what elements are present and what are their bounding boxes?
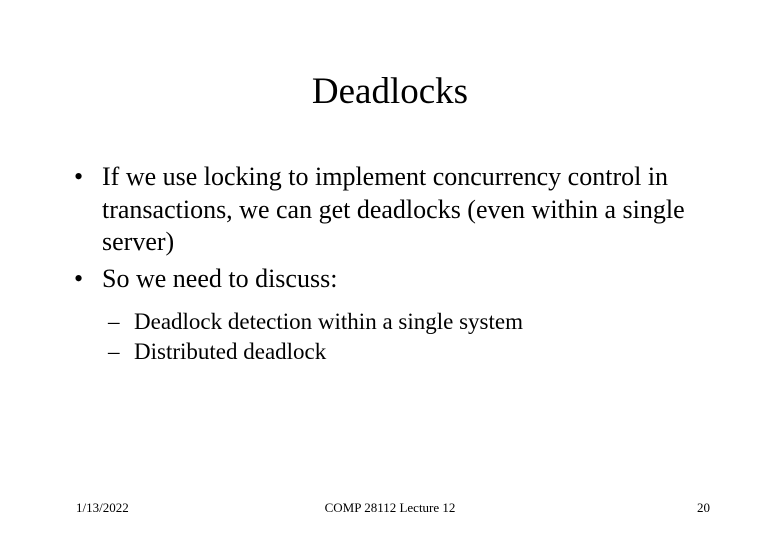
- sub-bullet-item: Deadlock detection within a single syste…: [130, 307, 710, 337]
- sub-bullet-item: Distributed deadlock: [130, 337, 710, 367]
- footer-page-number: 20: [697, 500, 710, 516]
- bullet-text: So we need to discuss:: [102, 264, 337, 293]
- bullet-item: So we need to discuss: Deadlock detectio…: [98, 263, 710, 367]
- main-bullet-list: If we use locking to implement concurren…: [70, 161, 710, 367]
- sub-bullet-list: Deadlock detection within a single syste…: [102, 307, 710, 367]
- slide-title: Deadlocks: [70, 70, 710, 113]
- footer-course: COMP 28112 Lecture 12: [325, 500, 456, 516]
- footer-date: 1/13/2022: [76, 500, 129, 516]
- slide: Deadlocks If we use locking to implement…: [0, 0, 780, 540]
- slide-footer: 1/13/2022 COMP 28112 Lecture 12 20: [0, 500, 780, 516]
- bullet-item: If we use locking to implement concurren…: [98, 161, 710, 259]
